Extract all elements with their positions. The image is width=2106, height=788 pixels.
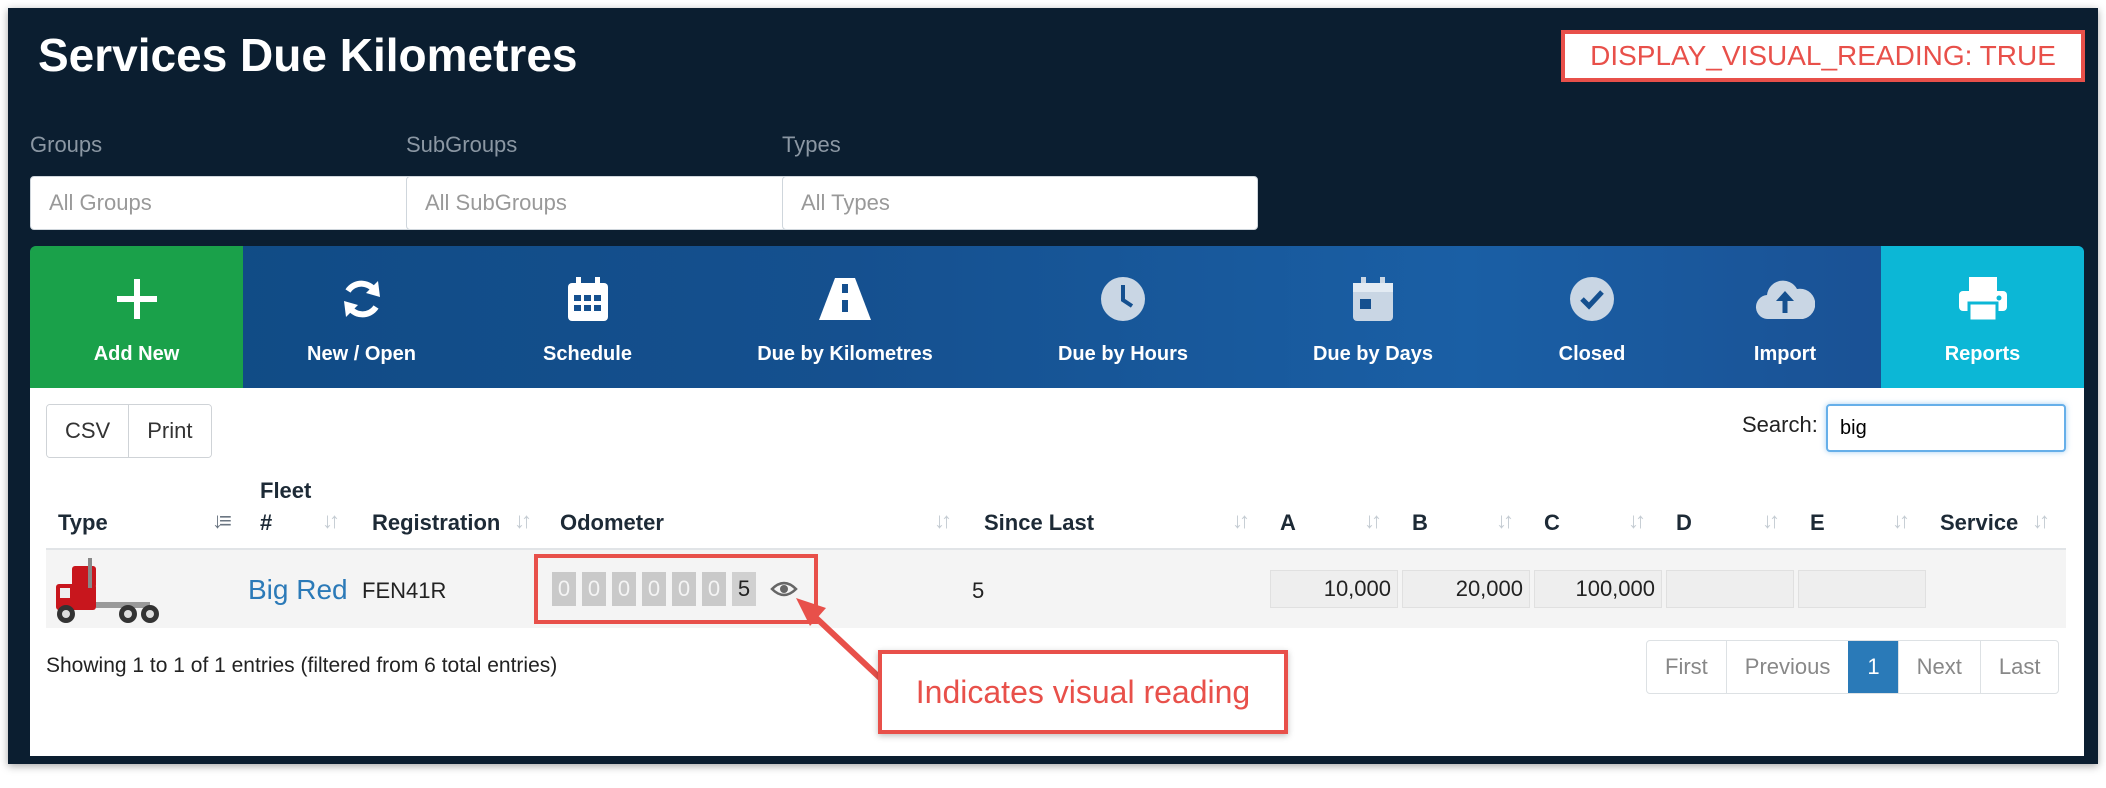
pagination-page-1[interactable]: 1	[1848, 641, 1898, 693]
service-b-cell: 20,000	[1402, 570, 1530, 608]
new-open-label: New / Open	[307, 342, 416, 365]
sort-icon[interactable]: ↓↑	[1496, 508, 1514, 534]
odometer-digit: 0	[642, 572, 666, 606]
table-info: Showing 1 to 1 of 1 entries (filtered fr…	[46, 654, 558, 677]
col-fleet-line2[interactable]: #	[260, 510, 272, 536]
pagination-first[interactable]: First	[1647, 641, 1726, 693]
reports-label: Reports	[1944, 342, 2021, 365]
groups-label: Groups	[30, 132, 103, 157]
add-new-label: Add New	[93, 342, 180, 365]
clock-icon	[1099, 269, 1147, 329]
service-d-cell	[1666, 570, 1794, 608]
pagination-previous[interactable]: Previous	[1725, 641, 1849, 693]
sort-icon[interactable]: ↓↑	[1232, 508, 1250, 534]
print-button[interactable]: Print	[128, 405, 211, 457]
display-visual-reading-annotation: DISPLAY_VISUAL_READING: TRUE	[1561, 30, 2085, 82]
types-select[interactable]	[782, 176, 1258, 230]
col-e[interactable]: E	[1810, 510, 1825, 536]
sort-icon[interactable]: ↓↑	[2032, 508, 2050, 534]
add-new-button[interactable]: Add New	[30, 246, 243, 388]
col-registration[interactable]: Registration	[372, 510, 500, 536]
due-by-kilometres-label: Due by Kilometres	[757, 342, 933, 365]
col-fleet-line1[interactable]: Fleet	[260, 478, 311, 504]
eye-icon[interactable]	[770, 579, 798, 599]
search-input[interactable]	[1826, 404, 2066, 452]
odometer-digit: 0	[582, 572, 606, 606]
page-title: Services Due Kilometres	[38, 29, 578, 81]
odometer-cell: 0 0 0 0 0 0 5	[534, 554, 818, 624]
closed-label: Closed	[1558, 342, 1626, 365]
csv-button[interactable]: CSV	[47, 405, 129, 457]
schedule-label: Schedule	[543, 342, 632, 365]
truck-icon	[56, 558, 159, 623]
service-toolbar: Add New New / Open Schedule Due by Kilom…	[30, 246, 2084, 388]
calendar-day-icon	[1351, 269, 1395, 329]
refresh-icon	[338, 269, 386, 329]
calendar-grid-icon	[566, 269, 610, 329]
subgroups-label: SubGroups	[406, 132, 518, 157]
sort-icon[interactable]: ↓↑	[934, 508, 952, 534]
due-by-kilometres-button[interactable]: Due by Kilometres	[695, 246, 995, 388]
printer-icon	[1957, 269, 2009, 329]
service-a-cell: 10,000	[1270, 570, 1398, 608]
visual-reading-callout: Indicates visual reading	[878, 650, 1288, 734]
service-e-cell	[1798, 570, 1926, 608]
schedule-button[interactable]: Schedule	[480, 246, 695, 388]
col-service[interactable]: Service	[1940, 510, 2018, 536]
due-by-days-label: Due by Days	[1312, 342, 1434, 365]
search-label: Search:	[1742, 412, 1818, 437]
sort-icon[interactable]: ↓↑	[1628, 508, 1646, 534]
check-circle-icon	[1568, 269, 1616, 329]
reports-button[interactable]: Reports	[1881, 246, 2084, 388]
col-a[interactable]: A	[1280, 510, 1296, 536]
service-c-cell: 100,000	[1534, 570, 1662, 608]
import-label: Import	[1753, 342, 1817, 365]
sort-icon[interactable]: ↓↑	[322, 508, 340, 534]
due-by-days-button[interactable]: Due by Days	[1251, 246, 1495, 388]
col-c[interactable]: C	[1544, 510, 1560, 536]
types-label: Types	[782, 132, 841, 157]
road-icon	[817, 269, 873, 329]
import-button[interactable]: Import	[1689, 246, 1881, 388]
odometer-digit: 0	[672, 572, 696, 606]
export-button-group: CSV Print	[46, 404, 212, 458]
sort-desc-icon[interactable]: ↓≡	[212, 508, 232, 534]
odometer-digit: 0	[552, 572, 576, 606]
odometer-digit: 0	[612, 572, 636, 606]
col-odometer[interactable]: Odometer	[560, 510, 664, 536]
pagination-next[interactable]: Next	[1897, 641, 1980, 693]
odometer-digit: 0	[702, 572, 726, 606]
col-since-last[interactable]: Since Last	[984, 510, 1094, 536]
closed-button[interactable]: Closed	[1495, 246, 1689, 388]
new-open-button[interactable]: New / Open	[243, 246, 480, 388]
odometer-digit: 5	[732, 572, 756, 606]
sort-icon[interactable]: ↓↑	[1762, 508, 1780, 534]
registration-cell: FEN41R	[362, 578, 447, 603]
due-by-hours-label: Due by Hours	[1057, 342, 1189, 365]
pagination-last[interactable]: Last	[1979, 641, 2059, 693]
sort-icon[interactable]: ↓↑	[1364, 508, 1382, 534]
sort-icon[interactable]: ↓↑	[1892, 508, 1910, 534]
plus-icon	[115, 269, 159, 329]
pagination: First Previous 1 Next Last	[1646, 640, 2060, 694]
due-by-hours-button[interactable]: Due by Hours	[995, 246, 1251, 388]
cloud-upload-icon	[1755, 269, 1815, 329]
since-last-cell: 5	[972, 578, 985, 603]
sort-icon[interactable]: ↓↑	[514, 508, 532, 534]
col-b[interactable]: B	[1412, 510, 1428, 536]
col-d[interactable]: D	[1676, 510, 1692, 536]
fleet-link-big-red[interactable]: Big Red	[248, 574, 348, 606]
col-type[interactable]: Type	[58, 510, 108, 536]
